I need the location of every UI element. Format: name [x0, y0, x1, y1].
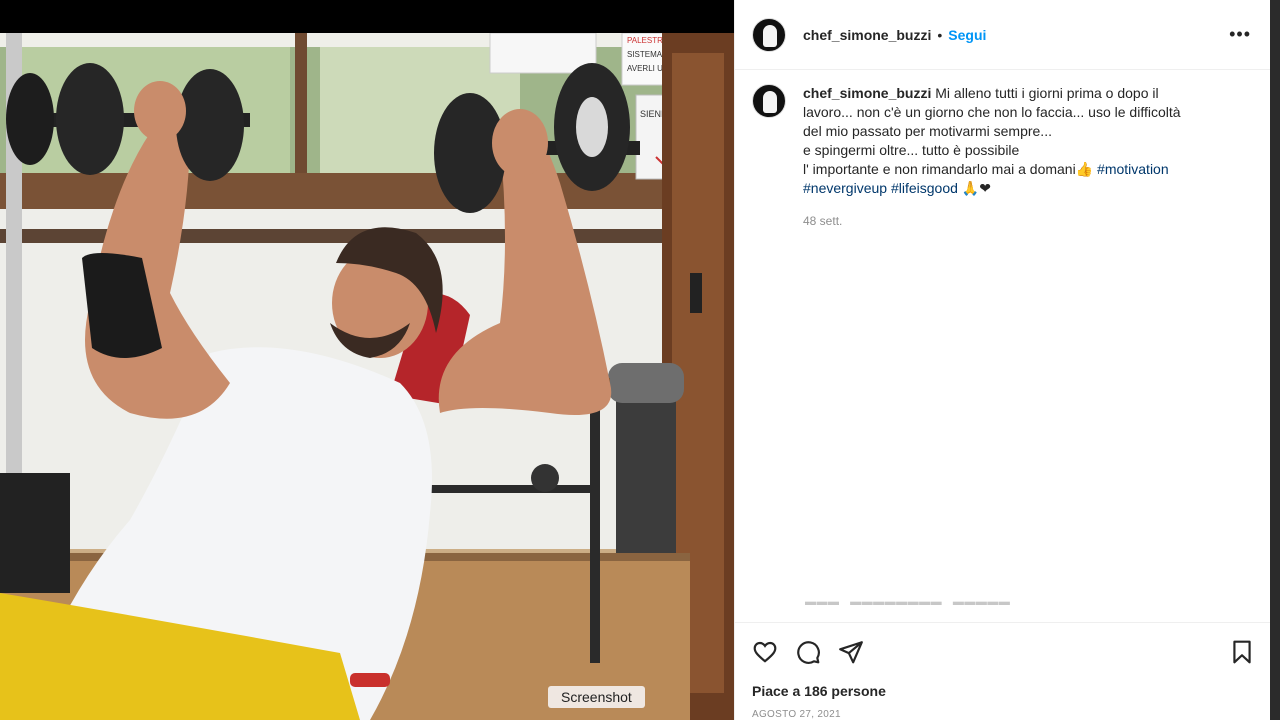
avatar[interactable]	[752, 17, 786, 52]
share-icon[interactable]	[838, 639, 864, 665]
caption-line-5: l' importante e non rimandarlo mai a dom…	[803, 161, 1094, 177]
caption-line-2: lavoro... non c'è un giorno che non lo f…	[803, 104, 1181, 120]
hashtag-nevergiveup[interactable]: #nevergiveup	[803, 180, 887, 196]
caption-avatar[interactable]	[752, 84, 786, 118]
action-bar	[735, 622, 1271, 678]
caption-line-3: del mio passato per motivarmi sempre...	[803, 123, 1052, 139]
header-separator: •	[937, 26, 943, 43]
header-username[interactable]: chef_simone_buzzi	[803, 27, 931, 43]
hashtag-lifeisgood[interactable]: #lifeisgood	[891, 180, 958, 196]
faded-comment-row: ▬▬▬ ▬▬▬▬▬▬▬▬ ▬▬▬▬▬	[805, 596, 1011, 608]
caption-line-1: Mi alleno tutti i giorni prima o dopo il	[935, 85, 1159, 101]
post-details-panel: chef_simone_buzzi • Segui ••• chef_simon…	[734, 0, 1271, 720]
caption-username[interactable]: chef_simone_buzzi	[803, 85, 931, 101]
caption-line-4: e spingermi oltre... tutto è possibile	[803, 142, 1020, 158]
post-date: AGOSTO 27, 2021	[752, 709, 841, 720]
comment-icon[interactable]	[795, 639, 821, 665]
follow-button[interactable]: Segui	[948, 27, 986, 43]
post-time-ago[interactable]: 48 sett.	[803, 212, 1181, 231]
workout-photo-illustration: PALESTRA C SISTEMARE I PESI AVERLI USAT …	[0, 33, 734, 720]
likes-count[interactable]: Piace a 186 persone	[752, 683, 886, 699]
post-photo[interactable]: PALESTRA C SISTEMARE I PESI AVERLI USAT …	[0, 33, 734, 720]
screenshot-frame: PALESTRA C SISTEMARE I PESI AVERLI USAT …	[0, 0, 1280, 720]
heart-icon[interactable]	[752, 639, 778, 665]
window-edge	[1270, 0, 1280, 720]
screenshot-tooltip: Screenshot	[548, 686, 645, 708]
caption-emojis: 🙏❤	[961, 180, 991, 196]
post-header: chef_simone_buzzi • Segui •••	[735, 0, 1271, 70]
photo-top-bar	[0, 0, 734, 33]
post-caption: chef_simone_buzzi Mi alleno tutti i gior…	[752, 84, 1252, 231]
more-horizontal-icon[interactable]: •••	[1229, 24, 1251, 45]
hashtag-motivation[interactable]: #motivation	[1097, 161, 1169, 177]
caption-body: chef_simone_buzzi Mi alleno tutti i gior…	[803, 84, 1181, 231]
bookmark-icon[interactable]	[1229, 639, 1255, 665]
